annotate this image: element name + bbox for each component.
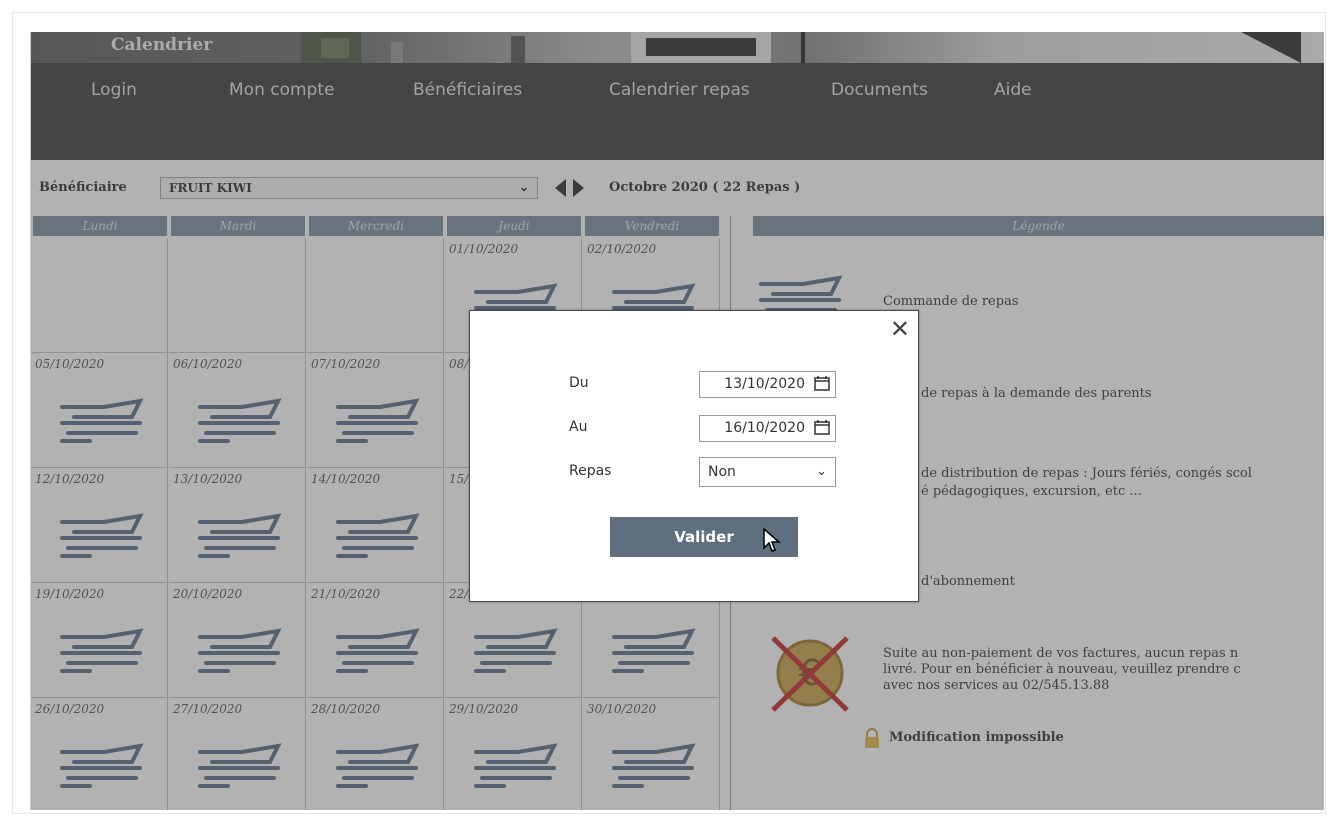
calendar-icon[interactable] bbox=[814, 420, 830, 435]
repas-value: Non bbox=[708, 464, 736, 480]
close-icon[interactable]: ✕ bbox=[890, 315, 910, 343]
chevron-down-icon: ⌄ bbox=[816, 464, 827, 479]
du-date-field[interactable]: 13/10/2020 bbox=[699, 371, 836, 398]
app-frame: Calendrier Login Mon compte Bénéficiaire… bbox=[30, 32, 1324, 810]
repas-select[interactable]: Non ⌄ bbox=[699, 457, 836, 487]
du-date-value: 13/10/2020 bbox=[724, 376, 805, 392]
du-label: Du bbox=[569, 375, 589, 391]
repas-label: Repas bbox=[569, 463, 612, 479]
mouse-cursor-icon bbox=[763, 527, 782, 552]
au-date-field[interactable]: 16/10/2020 bbox=[699, 415, 836, 442]
au-date-value: 16/10/2020 bbox=[724, 420, 805, 436]
au-label: Au bbox=[569, 419, 588, 435]
calendar-icon[interactable] bbox=[814, 376, 830, 391]
date-range-dialog: ✕ Du 13/10/2020 Au 16/10/2020 Repas Non bbox=[469, 310, 919, 602]
